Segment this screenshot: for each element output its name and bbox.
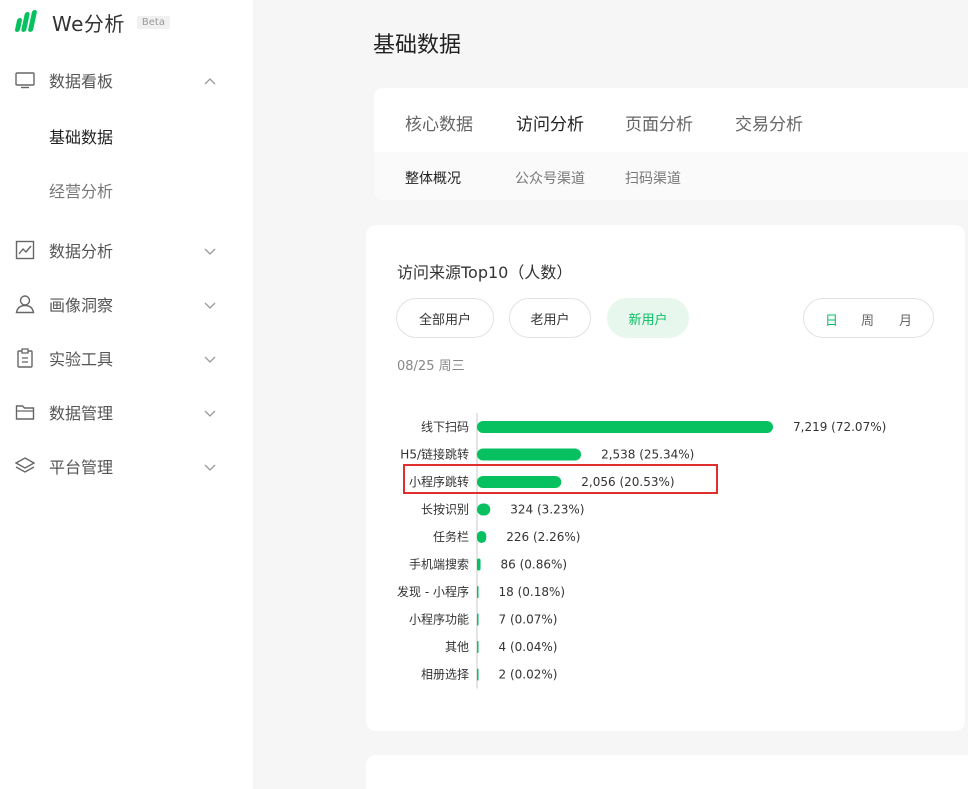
- chevron-up-icon: [203, 73, 217, 87]
- category-label: 线下扫码: [421, 420, 469, 434]
- value-label: 324 (3.23%): [510, 503, 584, 517]
- sidebar-item-data-management[interactable]: 数据管理: [0, 397, 253, 427]
- sidebar-item-label: 实验工具: [49, 350, 114, 369]
- tab-page-analysis[interactable]: 页面分析: [625, 110, 693, 135]
- sidebar-item-data-analysis[interactable]: 数据分析: [0, 235, 253, 265]
- sidebar-item-label: 平台管理: [49, 458, 114, 477]
- next-card: [366, 755, 968, 789]
- tab-trade-analysis[interactable]: 交易分析: [735, 110, 803, 135]
- value-label: 18 (0.18%): [499, 585, 566, 599]
- bar[interactable]: [477, 503, 491, 516]
- beta-badge: Beta: [136, 15, 170, 29]
- sidebar-subitem-business-analysis[interactable]: 经营分析: [49, 178, 113, 202]
- monitor-icon: [14, 69, 36, 91]
- bar[interactable]: [477, 558, 481, 571]
- value-label: 7,219 (72.07%): [793, 420, 886, 434]
- clipboard-icon: [14, 347, 36, 369]
- chevron-down-icon: [203, 351, 217, 365]
- subtab-overview[interactable]: 整体概况: [405, 168, 461, 188]
- subtab-scan-channel[interactable]: 扫码渠道: [625, 168, 681, 188]
- value-label: 4 (0.04%): [499, 640, 558, 654]
- category-label: 小程序功能: [409, 612, 469, 627]
- page-title: 基础数据: [373, 33, 462, 58]
- subtab-official-account[interactable]: 公众号渠道: [515, 168, 585, 188]
- bar[interactable]: [477, 613, 479, 626]
- tabs-card: 核心数据 访问分析 页面分析 交易分析 整体概况 公众号渠道 扫码渠道: [374, 88, 968, 200]
- value-label: 2 (0.02%): [499, 668, 558, 682]
- visit-source-bar-chart: 线下扫码 7,219 (72.07%) H5/链接跳转 2,538 (25.34%) 小…: [397, 413, 886, 689]
- value-label: 2,538 (25.34%): [601, 448, 694, 462]
- sidebar-item-label: 数据管理: [49, 404, 114, 423]
- subtab-bar: 整体概况 公众号渠道 扫码渠道: [374, 152, 968, 200]
- category-label: 手机端搜索: [409, 557, 469, 572]
- bar[interactable]: [477, 421, 773, 433]
- bar[interactable]: [477, 586, 479, 598]
- bar[interactable]: [477, 531, 487, 543]
- value-label: 2,056 (20.53%): [581, 475, 674, 489]
- layers-icon: [14, 455, 36, 477]
- visit-source-card: 访问来源Top10（人数） 全部用户 老用户 新用户 日 周 月 08/25 周…: [366, 225, 965, 731]
- category-label: 小程序跳转: [409, 474, 469, 489]
- user-portrait-icon: [14, 293, 36, 315]
- sidebar-item-label: 数据看板: [49, 72, 114, 91]
- chevron-down-icon: [203, 405, 217, 419]
- chevron-down-icon: [203, 297, 217, 311]
- brand[interactable]: We分析 Beta: [14, 8, 170, 36]
- sidebar-item-label: 数据分析: [49, 242, 114, 261]
- bar[interactable]: [477, 641, 479, 653]
- sidebar-subitem-basic-data[interactable]: 基础数据: [49, 124, 113, 148]
- bar[interactable]: [477, 668, 479, 681]
- tab-visit-analysis[interactable]: 访问分析: [516, 110, 584, 135]
- sidebar-item-experiment-tools[interactable]: 实验工具: [0, 343, 253, 373]
- bar[interactable]: [477, 476, 562, 488]
- chevron-down-icon: [203, 459, 217, 473]
- sidebar-item-platform-management[interactable]: 平台管理: [0, 451, 253, 481]
- brand-name: We分析: [52, 11, 125, 36]
- category-label: 其他: [445, 640, 469, 654]
- value-label: 86 (0.86%): [501, 558, 568, 572]
- value-label: 226 (2.26%): [506, 530, 580, 544]
- sidebar-item-dashboard[interactable]: 数据看板: [0, 65, 253, 95]
- we-logo-icon: [14, 10, 38, 34]
- category-label: 相册选择: [421, 668, 469, 682]
- tab-core-data[interactable]: 核心数据: [405, 110, 473, 135]
- category-label: 发现 - 小程序: [397, 584, 469, 599]
- sidebar-item-portrait-insight[interactable]: 画像洞察: [0, 289, 253, 319]
- folder-icon: [14, 401, 36, 423]
- line-chart-icon: [14, 239, 36, 261]
- value-label: 7 (0.07%): [499, 613, 558, 627]
- category-label: H5/链接跳转: [400, 447, 469, 462]
- category-label: 任务栏: [433, 529, 469, 544]
- sidebar: We分析 Beta 数据看板 基础数据 经营分析 数据分析 画像洞察 实验工具 …: [0, 0, 253, 789]
- chevron-down-icon: [203, 243, 217, 257]
- category-label: 长按识别: [421, 503, 469, 517]
- bar[interactable]: [477, 448, 582, 461]
- sidebar-item-label: 画像洞察: [49, 296, 114, 315]
